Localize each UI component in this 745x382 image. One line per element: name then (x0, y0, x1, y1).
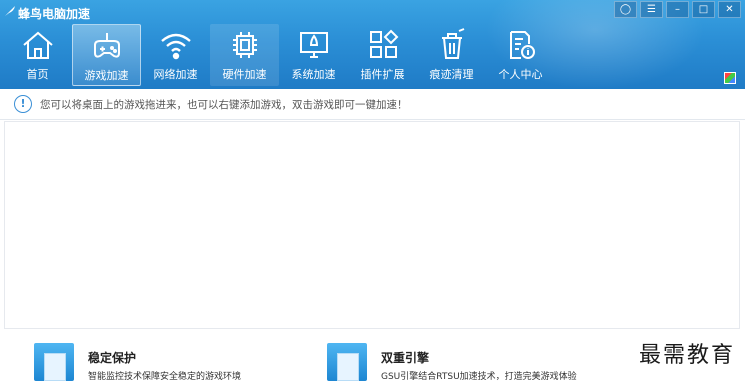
close-button[interactable]: ✕ (718, 1, 741, 18)
tab-personal-center[interactable]: 个人中心 (486, 24, 555, 86)
tab-system-accel[interactable]: 系统加速 (279, 24, 348, 86)
tab-home[interactable]: 首页 (3, 24, 72, 86)
tab-label: 插件扩展 (360, 68, 405, 81)
tab-plugins[interactable]: 插件扩展 (348, 24, 417, 86)
game-drop-area[interactable] (4, 121, 740, 329)
minimize-button[interactable]: – (666, 1, 689, 18)
door-document-icon (327, 343, 367, 381)
feather-logo-icon (5, 6, 15, 16)
menu-icon[interactable]: ☰ (640, 1, 663, 18)
feature-desc: GSU引擎结合RTSU加速技术，打造完美游戏体验 (381, 372, 577, 382)
trash-icon (441, 28, 464, 59)
tab-label: 游戏加速 (84, 69, 129, 82)
tab-label: 痕迹清理 (429, 68, 474, 81)
shield-document-icon (34, 343, 74, 381)
tab-trace-clean[interactable]: 痕迹清理 (417, 24, 486, 86)
skin-palette-icon[interactable] (724, 72, 736, 84)
tab-network-accel[interactable]: 网络加速 (141, 24, 210, 86)
wifi-icon (160, 33, 191, 60)
feature-title: 双重引擎 (381, 351, 430, 365)
feature-dual-engine: 双重引擎 GSU引擎结合RTSU加速技术，打造完美游戏体验 (327, 343, 577, 382)
tab-label: 系统加速 (291, 68, 336, 81)
tip-text: 您可以将桌面上的游戏拖进来，也可以右键添加游戏，双击游戏即可一键加速！ (40, 98, 408, 111)
tab-label: 首页 (26, 68, 49, 81)
tab-hardware-accel[interactable]: 硬件加速 (210, 24, 279, 86)
plugin-grid-icon (369, 29, 398, 58)
monitor-rocket-icon (299, 32, 328, 58)
gamepad-icon (93, 33, 120, 58)
chip-icon (232, 32, 257, 58)
title-bar-header: 蜂鸟电脑加速 ◯ ☰ – □ ✕ 首页 游戏加速 网络加速 硬件加速 系统加速 … (0, 0, 745, 89)
tab-game-accel[interactable]: 游戏加速 (72, 24, 141, 86)
user-document-icon (509, 31, 535, 59)
tip-bar: ! 您可以将桌面上的游戏拖进来，也可以右键添加游戏，双击游戏即可一键加速！ (0, 89, 745, 120)
info-icon: ! (14, 95, 32, 113)
feature-desc: 智能监控技术保障安全稳定的游戏环境 (88, 372, 242, 382)
feedback-icon[interactable]: ◯ (614, 1, 637, 18)
home-icon (22, 31, 53, 59)
app-title: 蜂鸟电脑加速 (18, 7, 91, 21)
window-controls: ◯ ☰ – □ ✕ (614, 1, 741, 18)
main-tabs: 首页 游戏加速 网络加速 硬件加速 系统加速 插件扩展 痕迹清理 个人中心 (3, 24, 555, 86)
tab-label: 硬件加速 (222, 68, 267, 81)
tab-label: 网络加速 (153, 68, 198, 81)
watermark-text: 最需教育 (638, 343, 735, 368)
feature-title: 稳定保护 (88, 351, 137, 365)
tab-label: 个人中心 (498, 68, 543, 81)
feature-stable-protection: 稳定保护 智能监控技术保障安全稳定的游戏环境 (34, 343, 241, 382)
maximize-button[interactable]: □ (692, 1, 715, 18)
